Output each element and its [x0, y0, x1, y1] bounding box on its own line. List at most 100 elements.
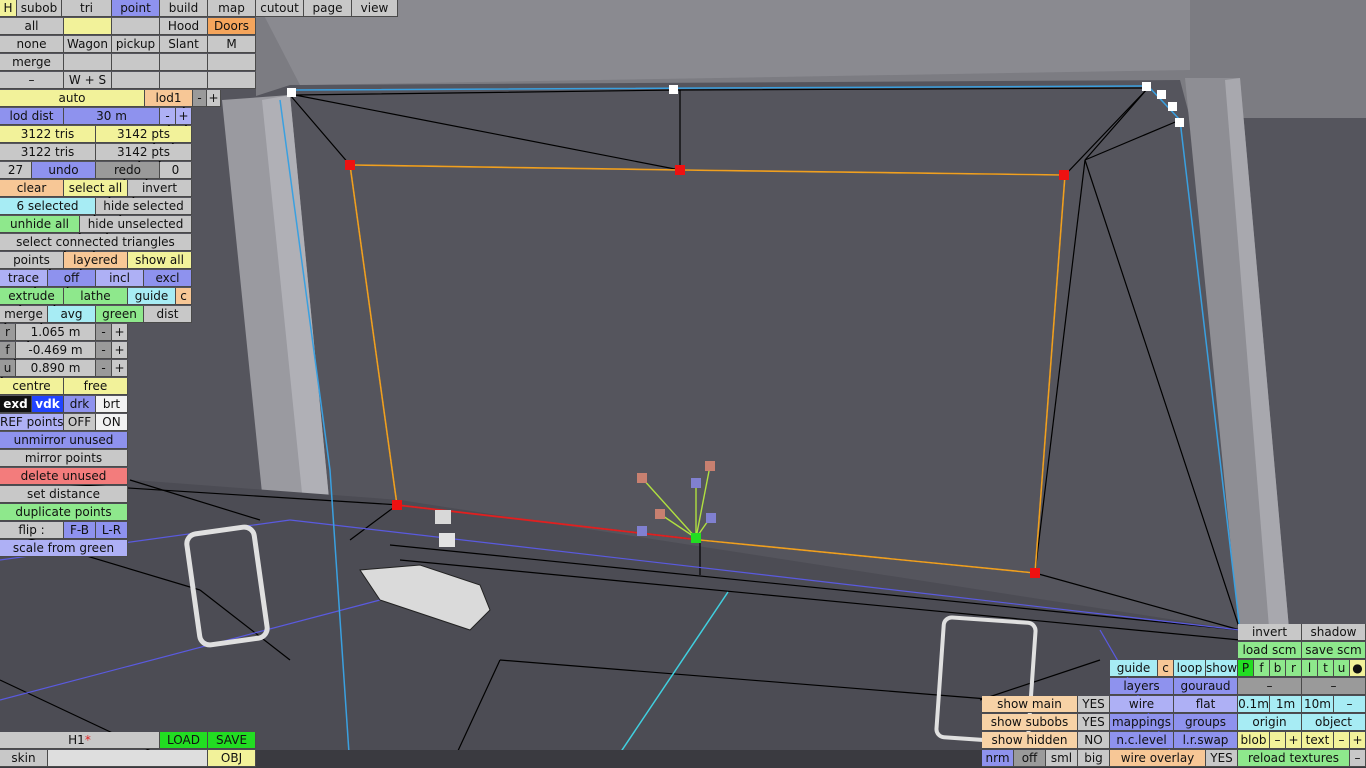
point-tab[interactable]: point: [112, 0, 160, 17]
dash-button-2[interactable]: –: [1302, 678, 1366, 695]
guide-c-button[interactable]: c: [176, 288, 192, 305]
extrude-button[interactable]: extrude: [0, 288, 64, 305]
load-button[interactable]: LOAD: [160, 732, 208, 749]
coord-f-minus[interactable]: -: [96, 342, 112, 359]
select-all-button[interactable]: select all: [64, 180, 128, 197]
shadow-button[interactable]: shadow: [1302, 624, 1366, 641]
show-all-button[interactable]: show all: [128, 252, 192, 269]
ref-off-button[interactable]: OFF: [64, 414, 96, 431]
filename-field[interactable]: H1*: [0, 732, 160, 749]
view-t-button[interactable]: t: [1318, 660, 1334, 677]
map-tab[interactable]: map: [208, 0, 256, 17]
save-button[interactable]: SAVE: [208, 732, 256, 749]
invert-selection-button[interactable]: invert: [128, 180, 192, 197]
blank-slot[interactable]: [208, 54, 256, 71]
lod-dist-value[interactable]: 30 m: [64, 108, 160, 125]
text-minus-button[interactable]: –: [1334, 732, 1350, 749]
big-button[interactable]: big: [1078, 750, 1110, 767]
wagon-button[interactable]: Wagon: [64, 36, 112, 53]
view-u-button[interactable]: u: [1334, 660, 1350, 677]
lod-minus-button[interactable]: -: [193, 90, 207, 107]
set-distance-button[interactable]: set distance: [0, 486, 128, 503]
step-10m-button[interactable]: 10m: [1302, 696, 1334, 713]
lod-plus-button[interactable]: +: [207, 90, 221, 107]
slant-button[interactable]: Slant: [160, 36, 208, 53]
layered-button[interactable]: layered: [64, 252, 128, 269]
vdk-button[interactable]: vdk: [32, 396, 64, 413]
drk-button[interactable]: drk: [64, 396, 96, 413]
coord-value-f[interactable]: -0.469 m: [16, 342, 96, 359]
3d-viewport[interactable]: [0, 0, 1366, 768]
blob-plus-button[interactable]: +: [1286, 732, 1302, 749]
guide-button[interactable]: guide: [128, 288, 176, 305]
scale-from-green-button[interactable]: scale from green: [0, 540, 128, 557]
wire-button[interactable]: wire: [1110, 696, 1174, 713]
m-button[interactable]: M: [208, 36, 256, 53]
step-01m-button[interactable]: 0.1m: [1238, 696, 1270, 713]
select-connected-button[interactable]: select connected triangles: [0, 234, 192, 251]
lod-dist-minus[interactable]: -: [160, 108, 176, 125]
flat-button[interactable]: flat: [1174, 696, 1238, 713]
lod1-button[interactable]: lod1: [145, 90, 193, 107]
merge-points-button[interactable]: merge: [0, 306, 48, 323]
flip-fb-button[interactable]: F-B: [64, 522, 96, 539]
blank-slot[interactable]: [64, 18, 112, 35]
centre-button[interactable]: centre: [0, 378, 64, 395]
blank-slot[interactable]: [112, 54, 160, 71]
gouraud-button[interactable]: gouraud: [1174, 678, 1238, 695]
mirror-points-button[interactable]: mirror points: [0, 450, 128, 467]
guide-view-c-button[interactable]: c: [1158, 660, 1174, 677]
coord-f-plus[interactable]: +: [112, 342, 128, 359]
wire-overlay-toggle[interactable]: YES: [1206, 750, 1238, 767]
coord-u-minus[interactable]: -: [96, 360, 112, 377]
blob-button[interactable]: blob: [1238, 732, 1270, 749]
load-scm-button[interactable]: load scm: [1238, 642, 1302, 659]
save-scm-button[interactable]: save scm: [1302, 642, 1366, 659]
hide-selected-button[interactable]: hide selected: [96, 198, 192, 215]
origin-button[interactable]: origin: [1238, 714, 1302, 731]
trace-excl-button[interactable]: excl: [144, 270, 192, 287]
view-f-button[interactable]: f: [1254, 660, 1270, 677]
lr-swap-button[interactable]: l.r.swap: [1174, 732, 1238, 749]
show-main-toggle[interactable]: YES: [1078, 696, 1110, 713]
hide-unselected-button[interactable]: hide unselected: [80, 216, 192, 233]
loop-button[interactable]: loop: [1174, 660, 1206, 677]
layers-button[interactable]: layers: [1110, 678, 1174, 695]
clear-button[interactable]: clear: [0, 180, 64, 197]
coord-r-plus[interactable]: +: [112, 324, 128, 341]
view-b-button[interactable]: b: [1270, 660, 1286, 677]
coord-value-u[interactable]: 0.890 m: [16, 360, 96, 377]
page-tab[interactable]: page: [304, 0, 352, 17]
blank-slot[interactable]: [64, 54, 112, 71]
lod-auto-button[interactable]: auto: [0, 90, 145, 107]
coord-u-plus[interactable]: +: [112, 360, 128, 377]
mappings-button[interactable]: mappings: [1110, 714, 1174, 731]
reload-minus-button[interactable]: –: [1350, 750, 1366, 767]
flip-lr-button[interactable]: L-R: [96, 522, 128, 539]
unhide-all-button[interactable]: unhide all: [0, 216, 80, 233]
text-plus-button[interactable]: +: [1350, 732, 1366, 749]
show-subobs-toggle[interactable]: YES: [1078, 714, 1110, 731]
guide-view-button[interactable]: guide: [1110, 660, 1158, 677]
reload-textures-button[interactable]: reload textures: [1238, 750, 1350, 767]
view-r-button[interactable]: r: [1286, 660, 1302, 677]
duplicate-points-button[interactable]: duplicate points: [0, 504, 128, 521]
step-1m-button[interactable]: 1m: [1270, 696, 1302, 713]
points-button[interactable]: points: [0, 252, 64, 269]
trace-off-button[interactable]: off: [48, 270, 96, 287]
dist-button[interactable]: dist: [144, 306, 192, 323]
show-hidden-toggle[interactable]: NO: [1078, 732, 1110, 749]
coord-r-minus[interactable]: -: [96, 324, 112, 341]
blank-slot[interactable]: [112, 18, 160, 35]
none-button[interactable]: none: [0, 36, 64, 53]
free-button[interactable]: free: [64, 378, 128, 395]
subob-tab[interactable]: subob: [17, 0, 62, 17]
view-p-button[interactable]: P: [1238, 660, 1254, 677]
undo-button[interactable]: undo: [32, 162, 96, 179]
nrm-button[interactable]: nrm: [982, 750, 1014, 767]
tri-tab[interactable]: tri: [62, 0, 112, 17]
all-button[interactable]: all: [0, 18, 64, 35]
nc-level-button[interactable]: n.c.level: [1110, 732, 1174, 749]
text-button[interactable]: text: [1302, 732, 1334, 749]
blank-slot[interactable]: [208, 72, 256, 89]
